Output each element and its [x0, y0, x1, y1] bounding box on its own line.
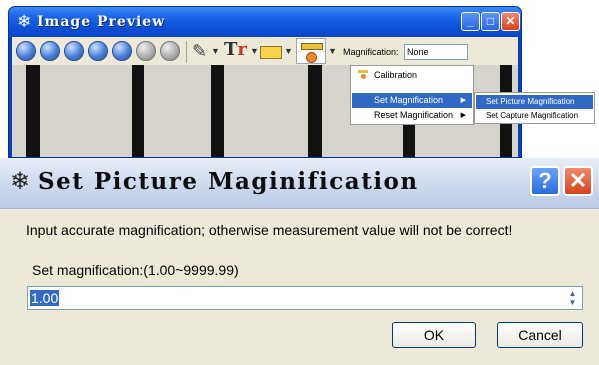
- toolbar-separator: [186, 41, 187, 63]
- pencil-dropdown-icon[interactable]: ▼: [211, 46, 220, 56]
- preview-title-bar: ❄ Image Preview _ □ ✕: [9, 7, 521, 37]
- menu-item-label: Reset Magnification: [374, 110, 454, 120]
- calibration-icon: [358, 70, 368, 80]
- zoom-in-icon[interactable]: [136, 41, 156, 61]
- submenu-arrow-icon: ▶: [460, 112, 466, 119]
- close-button[interactable]: ✕: [501, 12, 520, 31]
- ruler-icon[interactable]: [260, 46, 282, 59]
- maximize-button[interactable]: □: [481, 12, 500, 31]
- magnification-input-value[interactable]: 1.00: [30, 290, 60, 306]
- print-icon[interactable]: [64, 41, 84, 61]
- text-tool-icon[interactable]: Tr: [224, 39, 247, 60]
- menu-item-calibration[interactable]: Calibration: [352, 68, 472, 83]
- pencil-icon[interactable]: ✎: [192, 41, 207, 62]
- image-stripe: [211, 65, 224, 157]
- dialog-close-button[interactable]: ✕: [563, 166, 593, 196]
- image-stripe: [132, 65, 144, 157]
- menu-item-reset-magnification[interactable]: Reset Magnification ▶: [352, 108, 472, 123]
- magnification-field[interactable]: None: [404, 44, 468, 60]
- calibration-circle-icon: [306, 52, 317, 63]
- zoom-out-icon[interactable]: [160, 41, 180, 61]
- magnification-input[interactable]: 1.00 ▲ ▼: [27, 286, 583, 310]
- minimize-button[interactable]: _: [461, 12, 480, 31]
- spinner-icon[interactable]: ▲ ▼: [566, 289, 579, 307]
- magnification-range-label: Set magnification:(1.00~9999.99): [32, 262, 239, 278]
- help-button[interactable]: ?: [530, 166, 560, 196]
- ok-button[interactable]: OK: [392, 322, 476, 348]
- menu-item-set-picture-magnification[interactable]: Set Picture Magnification: [476, 95, 593, 109]
- image-stripe: [26, 65, 40, 157]
- dialog-title-bar: ❄ Set Picture Maginification ? ✕: [0, 158, 599, 209]
- warning-message: Input accurate magnification; otherwise …: [26, 222, 513, 238]
- calibration-ruler-icon: [301, 43, 323, 50]
- previous-icon[interactable]: [88, 41, 108, 61]
- cancel-button[interactable]: Cancel: [497, 322, 583, 348]
- magnification-label: Magnification:: [343, 47, 399, 57]
- save-icon[interactable]: [16, 41, 36, 61]
- new-icon[interactable]: [40, 41, 60, 61]
- menu-item-set-magnification[interactable]: Set Magnification ▶: [352, 93, 472, 108]
- menu-item-label: Calibration: [374, 70, 418, 80]
- submenu-arrow-icon: ▶: [460, 97, 466, 104]
- next-icon[interactable]: [112, 41, 132, 61]
- dialog-title: Set Picture Maginification: [38, 168, 419, 195]
- app-logo-icon: ❄: [17, 12, 32, 31]
- text-dropdown-icon[interactable]: ▼: [250, 46, 259, 56]
- preview-toolbar: ✎ ▼ Tr ▼ ▼ ▼ Magnification: None: [12, 37, 518, 65]
- set-magnification-dialog: ❄ Set Picture Maginification ? ✕ Input a…: [0, 158, 599, 365]
- calibration-tool-button[interactable]: [296, 38, 326, 64]
- menu-item-set-capture-magnification[interactable]: Set Capture Magnification: [476, 109, 593, 123]
- ruler-dropdown-icon[interactable]: ▼: [284, 46, 293, 56]
- calibration-dropdown-icon[interactable]: ▼: [328, 46, 337, 56]
- app-logo-icon: ❄: [10, 168, 31, 195]
- calibration-menu: Calibration Set Magnification ▶ Reset Ma…: [350, 65, 474, 125]
- set-magnification-submenu: Set Picture Magnification Set Capture Ma…: [474, 92, 595, 124]
- menu-item-label: Set Magnification: [374, 95, 444, 105]
- preview-window-title: Image Preview: [37, 14, 166, 30]
- image-stripe: [308, 65, 322, 157]
